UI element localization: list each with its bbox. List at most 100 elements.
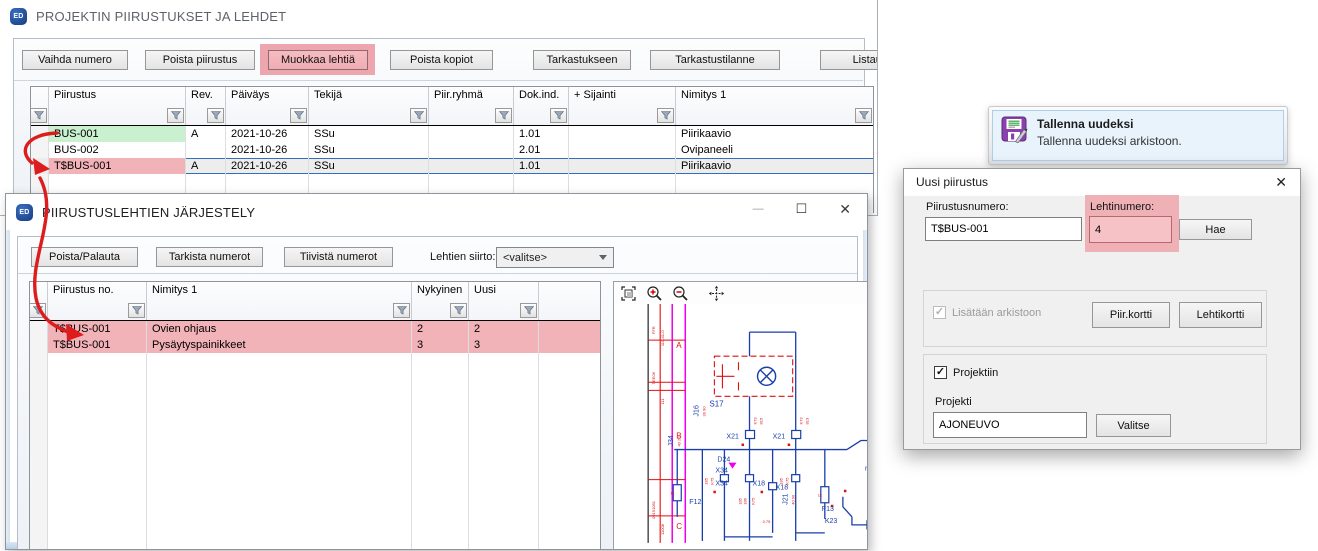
table-row-selected[interactable]: T$BUS-001 Ovien ohjaus 2 2 (30, 321, 600, 337)
poista-kopiot-button[interactable]: Poista kopiot (390, 50, 493, 70)
filter-button[interactable] (207, 108, 224, 123)
close-icon[interactable]: ✕ (839, 201, 851, 217)
tooltip-subtitle: Tallenna uudeksi arkistoon. (1037, 133, 1182, 149)
dialog-title: Uusi piirustus (916, 175, 988, 189)
projekti-input[interactable]: AJONEUVO (933, 412, 1087, 438)
piirustusnumero-input[interactable]: T$BUS-001 (925, 217, 1082, 241)
svg-text:185: 185 (703, 477, 708, 484)
poista-palauta-button[interactable]: Poista/Palauta (31, 247, 138, 267)
svg-text:K75: K75 (751, 497, 756, 505)
filter-button[interactable] (29, 303, 46, 318)
filter-button[interactable] (855, 108, 872, 123)
zoom-out-icon[interactable] (672, 285, 689, 302)
svg-text:K23: K23 (825, 518, 838, 525)
window2-titlebar: ED PIIRUSTUSLEHTIEN JÄRJESTELY (6, 194, 867, 230)
lehtinumero-input[interactable]: 4 (1089, 216, 1172, 243)
close-icon[interactable]: ✕ (1275, 174, 1287, 191)
svg-text:X18: X18 (776, 485, 789, 492)
svg-text:30 90: 30 90 (701, 406, 706, 417)
svg-text:05151081: 05151081 (651, 500, 656, 519)
svg-text:D24: D24 (717, 457, 730, 464)
svg-text:K75: K75 (709, 477, 714, 485)
tiivista-numerot-button[interactable]: Tiivistä numerot (284, 247, 393, 267)
screenshot-root: { "window1": { "logo": "ED", "title": "P… (0, 0, 1318, 551)
filter-button[interactable] (450, 303, 467, 318)
window1-title: PROJEKTIN PIIRUSTUKSET JA LEHDET (36, 9, 286, 24)
tarkastukseen-button[interactable]: Tarkastukseen (533, 50, 631, 70)
filter-button[interactable] (167, 108, 184, 123)
filter-button[interactable] (128, 303, 145, 318)
svg-text:C: C (676, 522, 682, 531)
tarkastustilanne-button[interactable]: Tarkastustilanne (650, 50, 780, 70)
svg-text:S17: S17 (709, 399, 724, 408)
tarkista-numerot-button[interactable]: Tarkista numerot (156, 247, 263, 267)
lehtikortti-button[interactable]: Lehtikortti (1179, 302, 1262, 328)
svg-text:X34: X34 (715, 481, 728, 488)
uusi-piirustus-dialog: Uusi piirustus ✕ Piirustusnumero: T$BUS-… (903, 168, 1301, 450)
pan-icon[interactable] (708, 285, 725, 302)
filter-button[interactable] (393, 303, 410, 318)
drawings-table-header: Piirustus Rev. Päiväys Tekijä Piir.ryhmä… (31, 87, 873, 126)
valitse-button[interactable]: Valitse (1096, 414, 1171, 437)
sheet-arrangement-window: ED PIIRUSTUSLEHTIEN JÄRJESTELY — ☐ ✕ Poi… (5, 193, 868, 550)
svg-text:40 20: 40 20 (676, 436, 681, 447)
chevron-down-icon (599, 255, 607, 260)
zoom-in-icon[interactable] (646, 285, 663, 302)
filter-button[interactable] (30, 108, 47, 123)
table-row[interactable]: BUS-001 A 2021-10-26 SSu 1.01 Piirikaavi… (31, 126, 873, 142)
column-header: Uusi (474, 284, 496, 296)
hae-button[interactable]: Hae (1179, 219, 1252, 240)
fit-view-icon[interactable] (620, 285, 637, 302)
filter-button[interactable] (495, 108, 512, 123)
svg-text:FFR: FFR (651, 326, 656, 334)
column-header: Nimitys 1 (152, 284, 197, 296)
filter-button[interactable] (550, 108, 567, 123)
poista-piirustus-button[interactable]: Poista piirustus (145, 50, 255, 70)
table-row[interactable]: BUS-002 2021-10-26 SSu 2.01 Ovipaneeli (31, 142, 873, 158)
minimize-icon[interactable]: — (753, 201, 764, 217)
tooltip-title: Tallenna uudeksi (1037, 116, 1182, 133)
vaihda-numero-button[interactable]: Vaihda numero (22, 50, 128, 70)
svg-text:X18: X18 (753, 481, 766, 488)
muokkaa-lehtia-button[interactable]: Muokkaa lehtiä (268, 50, 368, 70)
svg-text:110-41-0: 110-41-0 (660, 330, 665, 346)
dropdown-value: <valitse> (503, 252, 547, 264)
lehtien-siirto-dropdown[interactable]: <valitse> (496, 247, 614, 268)
svg-text:1k: 1k (670, 491, 674, 496)
table-empty-area (30, 353, 600, 550)
svg-text:TEE06: TEE06 (651, 371, 656, 384)
table-row[interactable]: T$BUS-001 Pysäytyspainikkeet 3 3 (30, 337, 600, 353)
project-group: Projektiin Projekti AJONEUVO Valitse (923, 354, 1267, 444)
listaus-button[interactable]: Listaus (820, 50, 878, 70)
column-header: Piirustus no. (53, 284, 114, 296)
svg-text:J16: J16 (693, 405, 700, 416)
dialog-titlebar: Uusi piirustus ✕ (904, 169, 1300, 196)
svg-text:A: A (676, 341, 682, 350)
piirkortti-button[interactable]: Piir.kortti (1092, 302, 1170, 328)
filter-button[interactable] (410, 108, 427, 123)
svg-text:111: 111 (660, 398, 665, 405)
save-as-new-tooltip: Tallenna uudeksi Tallenna uudeksi arkist… (988, 106, 1288, 165)
svg-text:186: 186 (743, 497, 748, 504)
column-header: Piirustus (54, 89, 96, 101)
filter-button[interactable] (290, 108, 307, 123)
piirustusnumero-label: Piirustusnumero: (926, 201, 1009, 213)
svg-text:813: 813 (805, 417, 810, 424)
svg-text:1k: 1k (818, 493, 822, 498)
window-frame (6, 224, 10, 549)
svg-text:m: m (865, 466, 868, 473)
column-header: Dok.ind. (519, 89, 559, 101)
projektiin-checkbox[interactable] (934, 366, 947, 379)
archive-group: Lisätään arkistoon Piir.kortti Lehtikort… (923, 290, 1267, 347)
sheets-table: Piirustus no. Nimitys 1 Nykyinen Uusi T$… (29, 281, 601, 550)
maximize-icon[interactable]: ☐ (796, 201, 808, 217)
svg-text:X34: X34 (715, 468, 728, 475)
schematic-preview-pane: ABCFFR110-41-0TEE061110515108111008S17X2… (613, 281, 868, 550)
svg-text:F13: F13 (822, 506, 834, 513)
row-piirustus: T$BUS-001 (49, 158, 186, 174)
filter-button[interactable] (657, 108, 674, 123)
filter-button[interactable] (520, 303, 537, 318)
schematic-drawing: ABCFFR110-41-0TEE061110515108111008S17X2… (614, 304, 868, 550)
save-as-new-icon (1001, 116, 1028, 148)
table-row-selected[interactable]: T$BUS-001 A 2021-10-26 SSu 1.01 Piirikaa… (31, 158, 873, 174)
